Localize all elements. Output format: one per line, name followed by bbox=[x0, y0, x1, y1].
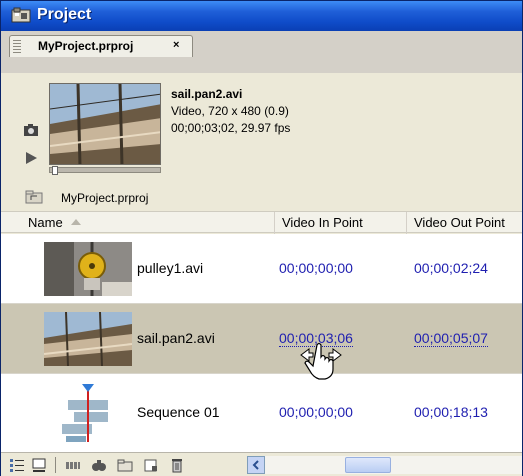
tab-grip-icon[interactable] bbox=[13, 40, 21, 53]
preview-clip-name: sail.pan2.avi bbox=[171, 87, 243, 101]
automate-to-sequence-icon[interactable] bbox=[65, 457, 81, 473]
list-view-icon[interactable] bbox=[9, 457, 25, 473]
sequence-icon bbox=[44, 384, 132, 442]
scrollbar-thumb[interactable] bbox=[345, 457, 391, 473]
clip-name: sail.pan2.avi bbox=[137, 330, 215, 346]
video-out-point[interactable]: 00;00;05;07 bbox=[414, 330, 488, 347]
clip-name: pulley1.avi bbox=[137, 260, 204, 276]
horizontal-scrollbar[interactable] bbox=[265, 456, 522, 474]
play-icon[interactable] bbox=[23, 151, 39, 165]
column-video-out[interactable]: Video Out Point bbox=[407, 212, 522, 234]
close-icon[interactable]: × bbox=[173, 39, 179, 51]
path-bar: MyProject.prproj bbox=[1, 185, 522, 211]
poster-frame-slider[interactable] bbox=[49, 166, 161, 175]
project-icon bbox=[11, 7, 31, 23]
preview-clip-type: Video, 720 x 480 (0.9) bbox=[171, 104, 289, 118]
table-row-selected[interactable]: sail.pan2.avi 00;00;03;06 00;00;05;07 bbox=[1, 304, 522, 374]
delete-icon[interactable] bbox=[169, 457, 185, 473]
toolbar-divider bbox=[55, 457, 56, 473]
bottom-toolbar bbox=[1, 452, 522, 476]
clip-thumbnail bbox=[44, 242, 132, 296]
scrub-hand-cursor-icon bbox=[300, 342, 342, 380]
folder-up-icon[interactable] bbox=[25, 190, 43, 204]
preview-thumbnail bbox=[49, 83, 161, 165]
poster-frame-knob[interactable] bbox=[52, 166, 58, 175]
title-bar[interactable]: Project bbox=[1, 1, 522, 31]
scroll-left-icon bbox=[252, 460, 259, 470]
camera-icon[interactable] bbox=[23, 123, 39, 137]
window-title: Project bbox=[37, 6, 92, 23]
preview-area: sail.pan2.avi Video, 720 x 480 (0.9) 00;… bbox=[1, 73, 522, 185]
tab-strip: MyProject.prproj × bbox=[1, 31, 522, 75]
column-video-in-label: Video In Point bbox=[282, 215, 363, 230]
video-out-point[interactable]: 00;00;18;13 bbox=[414, 404, 488, 420]
tab-label: MyProject.prproj bbox=[38, 39, 134, 53]
find-icon[interactable] bbox=[91, 457, 107, 473]
sort-ascending-icon bbox=[70, 219, 81, 225]
video-in-point[interactable]: 00;00;00;00 bbox=[279, 260, 353, 276]
clip-name: Sequence 01 bbox=[137, 404, 220, 420]
column-name-label: Name bbox=[28, 215, 63, 230]
table-row[interactable]: Sequence 01 00;00;00;00 00;00;18;13 bbox=[1, 374, 522, 452]
preview-clip-duration: 00;00;03;02, 29.97 fps bbox=[171, 121, 291, 135]
new-item-icon[interactable] bbox=[143, 457, 159, 473]
project-path: MyProject.prproj bbox=[61, 191, 149, 205]
column-name[interactable]: Name bbox=[21, 212, 275, 234]
icon-view-icon[interactable] bbox=[31, 457, 47, 473]
column-video-out-label: Video Out Point bbox=[414, 215, 505, 230]
new-bin-icon[interactable] bbox=[117, 457, 133, 473]
tab-project[interactable]: MyProject.prproj × bbox=[9, 35, 193, 57]
clip-thumbnail bbox=[44, 312, 132, 366]
table-row[interactable]: pulley1.avi 00;00;00;00 00;00;02;24 bbox=[1, 234, 522, 304]
video-in-point[interactable]: 00;00;00;00 bbox=[279, 404, 353, 420]
scroll-left-button[interactable] bbox=[247, 456, 265, 474]
column-video-in[interactable]: Video In Point bbox=[275, 212, 407, 234]
project-panel: Project MyProject.prproj × sail.pan2.avi… bbox=[0, 0, 523, 476]
video-out-point[interactable]: 00;00;02;24 bbox=[414, 260, 488, 276]
column-header: Name Video In Point Video Out Point bbox=[1, 211, 522, 234]
